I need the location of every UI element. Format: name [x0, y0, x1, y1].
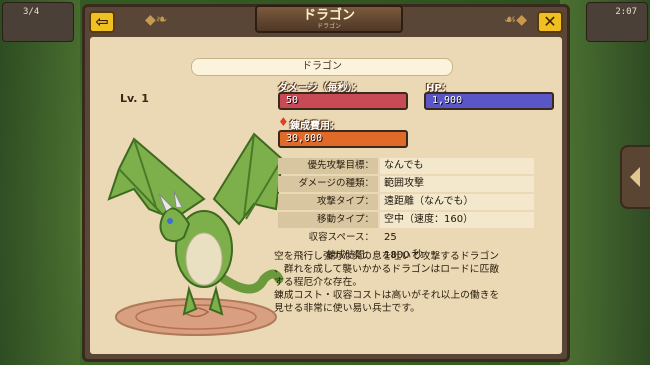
description-line: する程厄介な存在。 [274, 277, 363, 288]
window-title-sub: ドラゴン [316, 23, 341, 30]
description-line: 見せる非常に使い易い兵士です。 [274, 303, 420, 314]
elixir-icon: ♦ [278, 115, 289, 129]
detail-row: 優先攻撃目標： なんでも [278, 158, 534, 175]
title-plate: ドラゴン ドラゴン [255, 5, 403, 33]
unit-name: ドラゴン [191, 58, 453, 76]
parchment-panel: ドラゴン Lv. 1 ダメージ（毎秒）： 50 HP： 1,900 錬成費用： … [90, 37, 562, 354]
detail-value: なんでも [380, 158, 534, 174]
detail-row: 攻撃タイプ： 遠距離（なんでも） [278, 194, 534, 211]
unit-description: 空を飛行し強力な炎の息を吐いて攻撃するドラゴン 、群れを成して襲いかかるドラゴン… [274, 250, 542, 315]
detail-key: 収容スペース： [308, 232, 374, 243]
cost-value: 30,000 [286, 133, 323, 144]
detail-key: ダメージの種類： [278, 176, 378, 192]
damage-value: 50 [286, 95, 299, 106]
title-ornament-right-icon: ☙◆ [503, 12, 527, 28]
damage-bar: 50 [278, 92, 408, 110]
side-next-arrow-icon[interactable] [620, 145, 650, 209]
description-line: 空を飛行し強力な炎の息を吐いて攻撃するドラゴン [274, 251, 500, 262]
detail-value: 25 [384, 232, 397, 243]
hp-value: 1,900 [432, 95, 463, 106]
close-x-icon: ✕ [543, 12, 557, 31]
detail-value: 空中（速度：160） [380, 212, 534, 228]
back-button[interactable]: ⇦ [89, 11, 115, 33]
unit-info-window: ◆❧ ☙◆ ⇦ ドラゴン ドラゴン ✕ ドラゴン Lv. 1 ダメージ（毎秒）：… [82, 4, 570, 362]
detail-value: 範囲攻撃 [380, 176, 534, 192]
map-left-area [0, 0, 80, 365]
detail-row: 移動タイプ： 空中（速度：160） [278, 212, 534, 229]
cost-bar: 30,000 [278, 130, 408, 148]
title-ornament-left-icon: ◆❧ [145, 12, 168, 28]
hud-left-counter: 3/4 [23, 7, 40, 17]
description-line: 錬成コスト・収容コストは高いがそれ以上の働きを [274, 290, 500, 301]
detail-key: 優先攻撃目標： [278, 158, 378, 174]
hp-bar: 1,900 [424, 92, 554, 110]
unit-level: Lv. 1 [120, 92, 149, 105]
close-button[interactable]: ✕ [537, 11, 563, 33]
detail-key: 移動タイプ： [278, 212, 378, 228]
description-line: 、群れを成して襲いかかるドラゴンはロードに匹敵 [274, 264, 500, 275]
hud-right-panel[interactable]: 2:07 [586, 2, 648, 42]
detail-key: 攻撃タイプ： [278, 194, 378, 210]
hud-left-panel[interactable]: 3/4 [2, 2, 74, 42]
dragon-portrait-icon [107, 132, 284, 336]
back-arrow-icon: ⇦ [95, 12, 109, 31]
window-title: ドラゴン [302, 8, 355, 23]
damage-bar-fill [280, 94, 406, 108]
detail-row: 収容スペース： 25 [278, 230, 534, 247]
hud-right-counter: 2:07 [615, 7, 637, 17]
detail-value: 遠距離（なんでも） [380, 194, 534, 210]
detail-row: ダメージの種類： 範囲攻撃 [278, 176, 534, 193]
